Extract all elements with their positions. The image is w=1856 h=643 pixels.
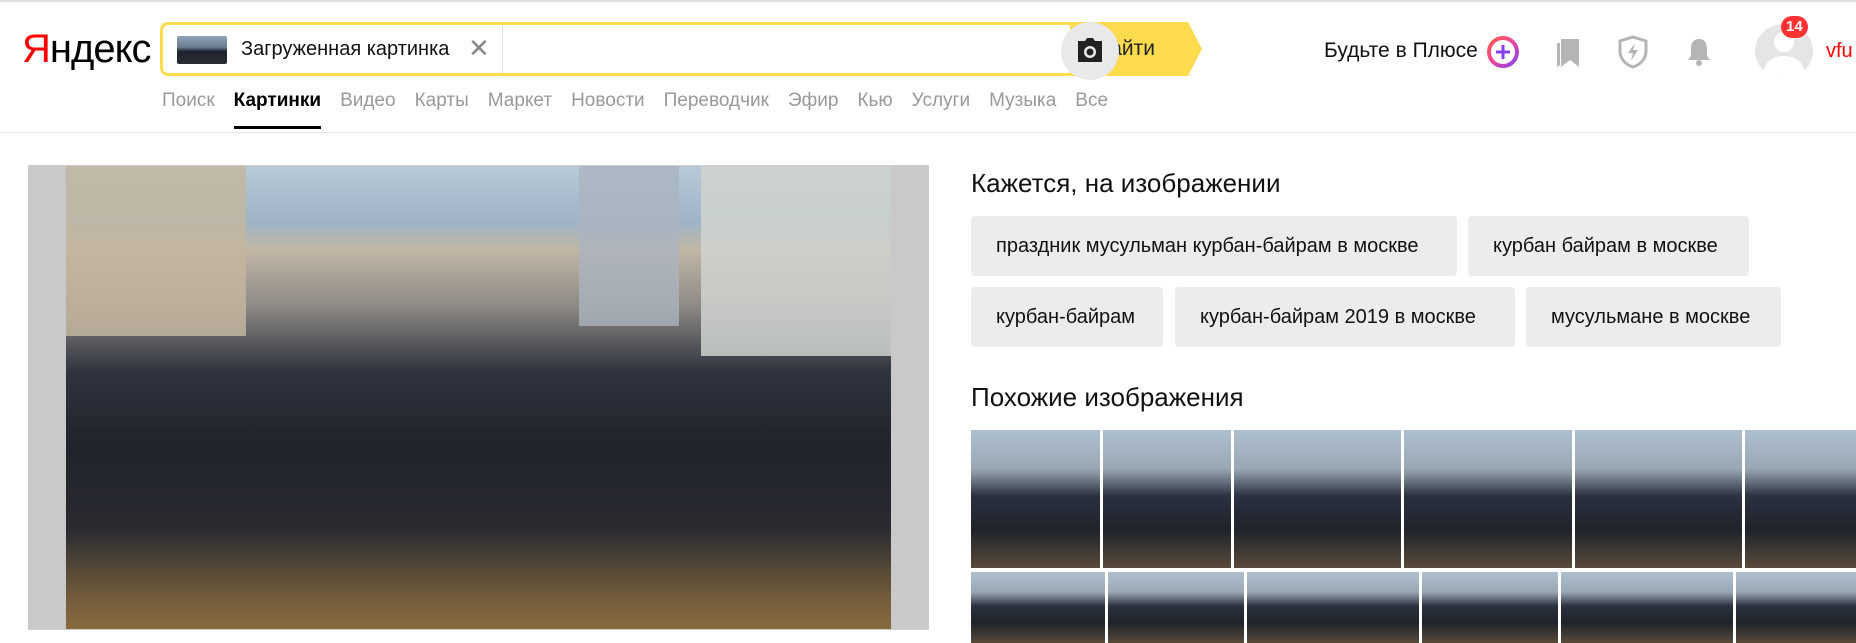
similar-image-thumb[interactable] xyxy=(1422,572,1558,643)
tab-music[interactable]: Музыка xyxy=(989,90,1056,128)
logo-first-letter: Я xyxy=(22,27,51,71)
search-bar: Загруженная картинка ✕ Найти xyxy=(160,22,1202,76)
tag-chip[interactable]: курбан-байрам 2019 в москве xyxy=(1175,287,1515,347)
uploaded-image-chip[interactable]: Загруженная картинка ✕ xyxy=(163,25,503,73)
tag-chip[interactable]: праздник мусульман курбан-байрам в москв… xyxy=(971,216,1457,276)
tab-video[interactable]: Видео xyxy=(340,90,396,128)
tab-services[interactable]: Услуги xyxy=(912,90,970,128)
username[interactable]: vfu xyxy=(1826,40,1853,63)
bookmarks-icon[interactable] xyxy=(1553,35,1583,69)
logo-rest: ндекс xyxy=(49,27,152,71)
tag-chip[interactable]: курбан байрам в москве xyxy=(1468,216,1749,276)
uploaded-image-label: Загруженная картинка xyxy=(241,38,450,60)
similar-images-grid xyxy=(971,430,1856,643)
similar-image-thumb[interactable] xyxy=(1247,572,1419,643)
plus-promo-text[interactable]: Будьте в Плюсе xyxy=(1324,39,1478,63)
similar-image-thumb[interactable] xyxy=(1404,430,1572,568)
plus-icon[interactable] xyxy=(1487,36,1519,68)
similar-image-thumb[interactable] xyxy=(1234,430,1401,568)
similar-section-title: Похожие изображения xyxy=(971,382,1244,412)
image-side-right xyxy=(891,166,928,629)
shield-icon[interactable] xyxy=(1618,35,1648,69)
similar-image-thumb[interactable] xyxy=(1745,430,1856,568)
header-divider xyxy=(0,132,1856,133)
tab-efir[interactable]: Эфир xyxy=(788,90,838,128)
similar-image-thumb[interactable] xyxy=(1103,430,1231,568)
seems-section-title: Кажется, на изображении xyxy=(971,168,1281,198)
photo-building-mid xyxy=(579,166,679,326)
image-side-left xyxy=(29,166,66,629)
tab-news[interactable]: Новости xyxy=(571,90,645,128)
camera-icon xyxy=(1078,38,1102,62)
tab-maps[interactable]: Карты xyxy=(415,90,469,128)
camera-search-button[interactable] xyxy=(1061,22,1119,80)
tab-q[interactable]: Кью xyxy=(857,90,892,128)
tab-translator[interactable]: Переводчик xyxy=(664,90,769,128)
tab-market[interactable]: Маркет xyxy=(488,90,552,128)
uploaded-image-preview[interactable] xyxy=(28,165,929,630)
similar-image-thumb[interactable] xyxy=(1561,572,1733,643)
similar-image-thumb[interactable] xyxy=(1736,572,1856,643)
similar-image-thumb[interactable] xyxy=(971,430,1100,568)
yandex-logo[interactable]: Яндекс xyxy=(22,25,152,73)
tab-images[interactable]: Картинки xyxy=(233,90,322,129)
tab-all[interactable]: Все xyxy=(1075,90,1108,128)
similar-image-thumb[interactable] xyxy=(1575,430,1742,568)
similar-image-thumb[interactable] xyxy=(971,572,1105,643)
tag-chip[interactable]: мусульмане в москве xyxy=(1526,287,1781,347)
bell-icon[interactable] xyxy=(1684,35,1714,69)
service-tabs: Поиск Картинки Видео Карты Маркет Новост… xyxy=(162,90,1127,129)
close-icon[interactable]: ✕ xyxy=(468,34,490,62)
photo-building-right xyxy=(701,166,891,356)
notification-badge: 14 xyxy=(1781,16,1808,38)
similar-image-thumb[interactable] xyxy=(1108,572,1244,643)
tag-chip[interactable]: курбан-байрам xyxy=(971,287,1163,347)
search-input[interactable] xyxy=(505,29,1069,71)
photo-building-left xyxy=(66,166,246,336)
tab-search[interactable]: Поиск xyxy=(162,90,215,128)
uploaded-image-thumbnail xyxy=(177,36,227,64)
